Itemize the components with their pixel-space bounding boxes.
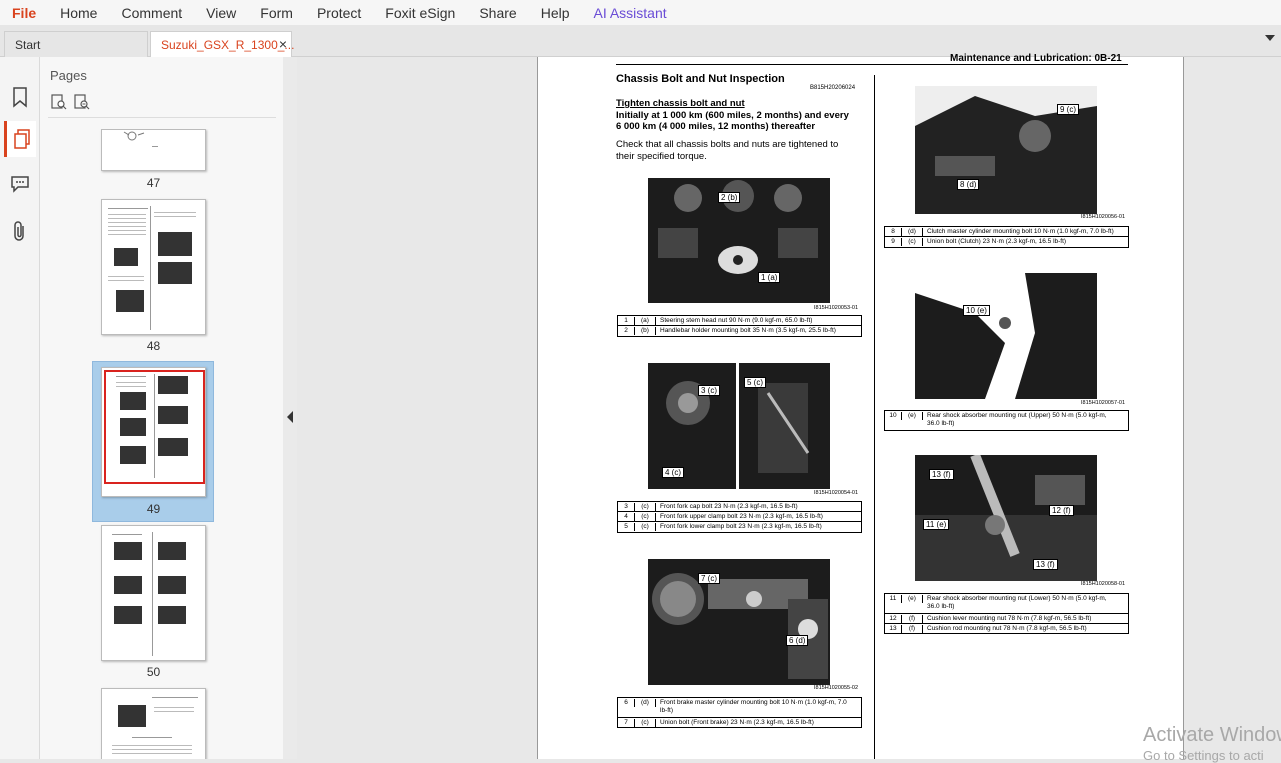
panel-title: Pages: [50, 68, 87, 83]
figure-caption: I815H1020057-01: [1081, 400, 1126, 406]
interval-line-2: 6 000 km (4 000 miles, 12 months) therea…: [616, 121, 816, 132]
page-thumbnail[interactable]: [101, 688, 206, 759]
windows-activation-watermark: Activate Window: [1143, 724, 1281, 746]
page-options-icon[interactable]: [50, 93, 68, 111]
figure-photo: 13 (f) 12 (f) 11 (e) 13 (f): [915, 455, 1097, 581]
page-zoom-icon[interactable]: [73, 93, 91, 111]
figure-callout: 10 (e): [963, 305, 990, 316]
figure-caption: I815H1020056-01: [1081, 214, 1126, 220]
figure-photo: 9 (c) 8 (d): [915, 86, 1097, 214]
menu-home[interactable]: Home: [48, 5, 109, 21]
menu-ai-assistant[interactable]: AI Assistant: [582, 5, 679, 21]
spec-table: 10 (e) Rear shock absorber mounting nut (U…: [884, 410, 1129, 431]
windows-activation-hint: Go to Settings to acti: [1143, 748, 1264, 763]
pdf-page: Maintenance and Lubrication: 0B-21 Chass…: [537, 53, 1184, 759]
pages-panel: Pages 47 48 49 50: [40, 57, 323, 759]
spec-table: 6 (d) Front brake master cylinder mounting…: [617, 697, 862, 728]
figure-photo: 2 (b) 1 (a): [648, 178, 830, 303]
figure-callout: 2 (b): [718, 192, 741, 203]
panel-collapse-handle[interactable]: [283, 57, 297, 759]
menu-help[interactable]: Help: [529, 5, 582, 21]
tab-start-label: Start: [15, 38, 41, 52]
thumbnail-list: 47 48 49 50: [40, 129, 268, 759]
spec-row: 12 (f) Cushion lever mounting nut 78 N·m (…: [885, 614, 1128, 624]
tab-start[interactable]: Start: [4, 31, 148, 57]
figure-callout: 9 (c): [1057, 104, 1079, 115]
section-title: Chassis Bolt and Nut Inspection: [616, 73, 785, 85]
thumbnail-label: 49: [146, 502, 161, 516]
spec-row: 2 (b) Handlebar holder mounting bolt 35 N·…: [624, 327, 836, 335]
figure-callout: 3 (c): [698, 385, 720, 396]
body-line-1: Check that all chassis bolts and nuts ar…: [616, 139, 839, 150]
thumbnail-label: 47: [146, 176, 161, 190]
spec-row: 13 (f) Cushion rod mounting nut 78 N·m (7.…: [889, 625, 1087, 633]
spec-table: 8 (d) Clutch master cylinder mounting bolt…: [884, 226, 1129, 248]
menu-view[interactable]: View: [194, 5, 248, 21]
menu-protect[interactable]: Protect: [305, 5, 373, 21]
thumbnail-label: 50: [146, 665, 161, 679]
page-thumbnail[interactable]: [101, 129, 206, 171]
figure-callout: 4 (c): [662, 467, 684, 478]
comment-icon[interactable]: [4, 165, 36, 201]
menu-bar: File Home Comment View Form Protect Foxi…: [0, 0, 1281, 25]
panel-divider: [48, 117, 276, 118]
section-subtitle: Tighten chassis bolt and nut: [616, 98, 745, 109]
figure-caption: I815H1020055-02: [814, 685, 859, 691]
figure-callout: 7 (c): [698, 573, 720, 584]
figure-callout: 8 (d): [957, 179, 980, 190]
attachment-icon[interactable]: [4, 213, 36, 249]
figure-callout: 13 (f): [929, 469, 954, 480]
spec-row: 4 (c) Front fork upper clamp bolt 23 N·m (…: [618, 512, 861, 522]
spec-row: 8 (d) Clutch master cylinder mounting bolt…: [885, 227, 1128, 237]
menu-foxit-esign[interactable]: Foxit eSign: [373, 5, 467, 21]
spec-table: 1 (a) Steering stem head nut 90 N·m (9.0 k…: [617, 315, 862, 337]
spec-row: 7 (c) Union bolt (Front brake) 23 N·m (2.3…: [624, 719, 814, 727]
left-icon-rail: [0, 57, 40, 759]
chevron-down-icon[interactable]: [1265, 35, 1275, 41]
figure-callout: 5 (c): [744, 377, 766, 388]
spec-table: 11 (e) Rear shock absorber mounting nut (L…: [884, 593, 1129, 634]
spec-row: 10 (e) Rear shock absorber mounting nut (U…: [889, 412, 1107, 427]
figure-photo: 3 (c) 5 (c) 4 (c): [648, 363, 830, 489]
menu-file[interactable]: File: [0, 5, 48, 21]
figure-callout: 13 (f): [1033, 559, 1058, 570]
menu-comment[interactable]: Comment: [109, 5, 194, 21]
section-code: B815H20206024: [810, 85, 856, 91]
pages-icon[interactable]: [4, 121, 36, 157]
spec-row: 5 (c) Front fork lower clamp bolt 23 N·m (…: [624, 523, 822, 531]
close-icon[interactable]: ×: [279, 36, 287, 52]
thumbnail-label: 48: [146, 339, 161, 353]
spec-row: 3 (c) Front fork cap bolt 23 N·m (2.3 kgf-…: [618, 502, 861, 512]
tab-document-label: Suzuki_GSX_R_1300_...: [161, 38, 295, 52]
figure-photo: 7 (c) 6 (d): [648, 559, 830, 685]
body-line-2: their specified torque.: [616, 151, 707, 162]
page-thumbnail[interactable]: [101, 525, 206, 661]
page-header: Maintenance and Lubrication: 0B-21: [950, 53, 1122, 64]
spec-row: 11 (e) Rear shock absorber mounting nut (L…: [885, 594, 1128, 614]
menu-share[interactable]: Share: [467, 5, 528, 21]
figure-callout: 6 (d): [786, 635, 809, 646]
figure-callout: 1 (a): [758, 272, 781, 283]
spec-row: 6 (d) Front brake master cylinder mounting…: [618, 698, 861, 718]
column-divider: [874, 75, 875, 759]
figure-callout: 11 (e): [923, 519, 950, 530]
spec-table: 3 (c) Front fork cap bolt 23 N·m (2.3 kgf-…: [617, 501, 862, 533]
menu-form[interactable]: Form: [248, 5, 305, 21]
spec-row: 9 (c) Union bolt (Clutch) 23 N·m (2.3 kgf-…: [891, 238, 1067, 246]
figure-photo: 10 (e): [915, 273, 1097, 399]
spec-row: 1 (a) Steering stem head nut 90 N·m (9.0 k…: [618, 316, 861, 326]
figure-callout: 12 (f): [1049, 505, 1074, 516]
page-thumbnail-selected[interactable]: [101, 367, 206, 497]
page-thumbnail[interactable]: [101, 199, 206, 335]
figure-caption: I815H1020058-01: [1081, 581, 1126, 587]
chevron-left-icon[interactable]: [286, 411, 294, 423]
tab-document[interactable]: Suzuki_GSX_R_1300_... ×: [150, 31, 295, 57]
figure-caption: I815H1020054-01: [814, 490, 859, 496]
bookmark-icon[interactable]: [4, 79, 36, 115]
figure-caption: I815H1020053-01: [814, 305, 859, 311]
